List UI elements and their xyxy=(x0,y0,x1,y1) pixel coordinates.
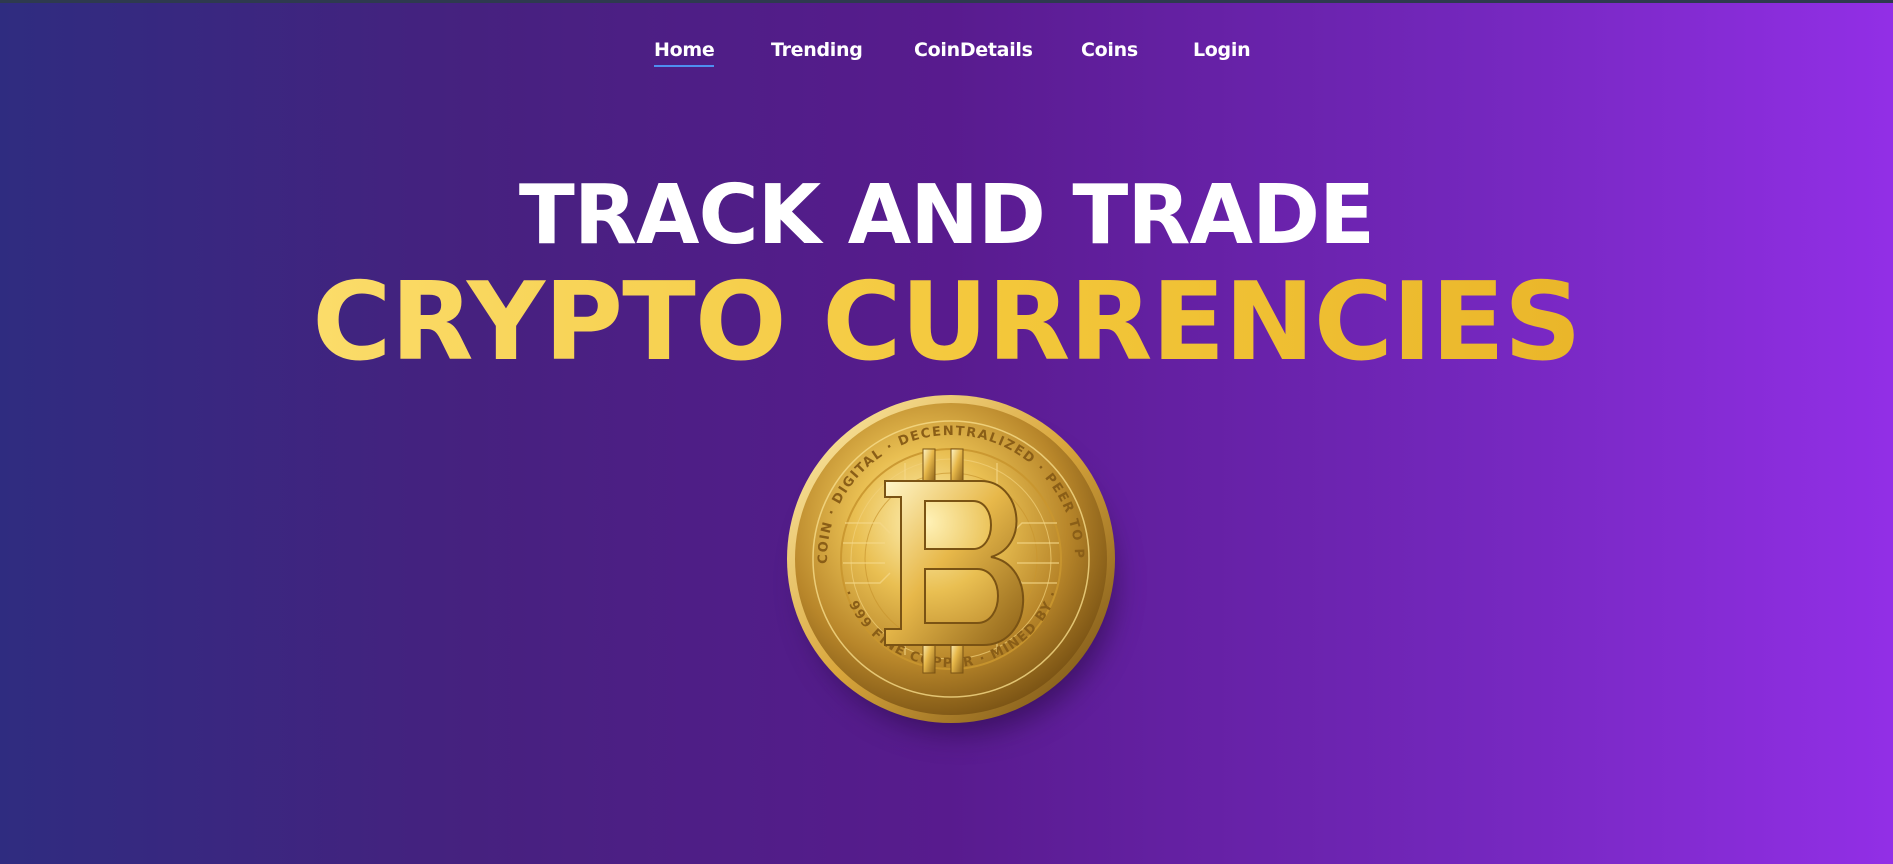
top-border xyxy=(0,0,1893,3)
hero-headline: TRACK AND TRADE xyxy=(518,168,1375,263)
nav-home[interactable]: Home xyxy=(654,38,715,67)
nav-coindetails[interactable]: CoinDetails xyxy=(914,38,1033,62)
nav-coins[interactable]: Coins xyxy=(1081,38,1138,62)
hero-highlight: CRYPTO CURRENCIES xyxy=(0,262,1893,384)
bitcoin-coin-icon: BITCOIN · DIGITAL · DECENTRALIZED · PEER… xyxy=(785,393,1117,733)
nav-login[interactable]: Login xyxy=(1193,38,1251,62)
hero-highlight-text: CRYPTO CURRENCIES xyxy=(312,260,1581,385)
nav-trending[interactable]: Trending xyxy=(771,38,863,62)
coin-graphic: BITCOIN · DIGITAL · DECENTRALIZED · PEER… xyxy=(785,393,1115,723)
main-nav: Home Trending CoinDetails Coins Login xyxy=(0,38,1893,68)
